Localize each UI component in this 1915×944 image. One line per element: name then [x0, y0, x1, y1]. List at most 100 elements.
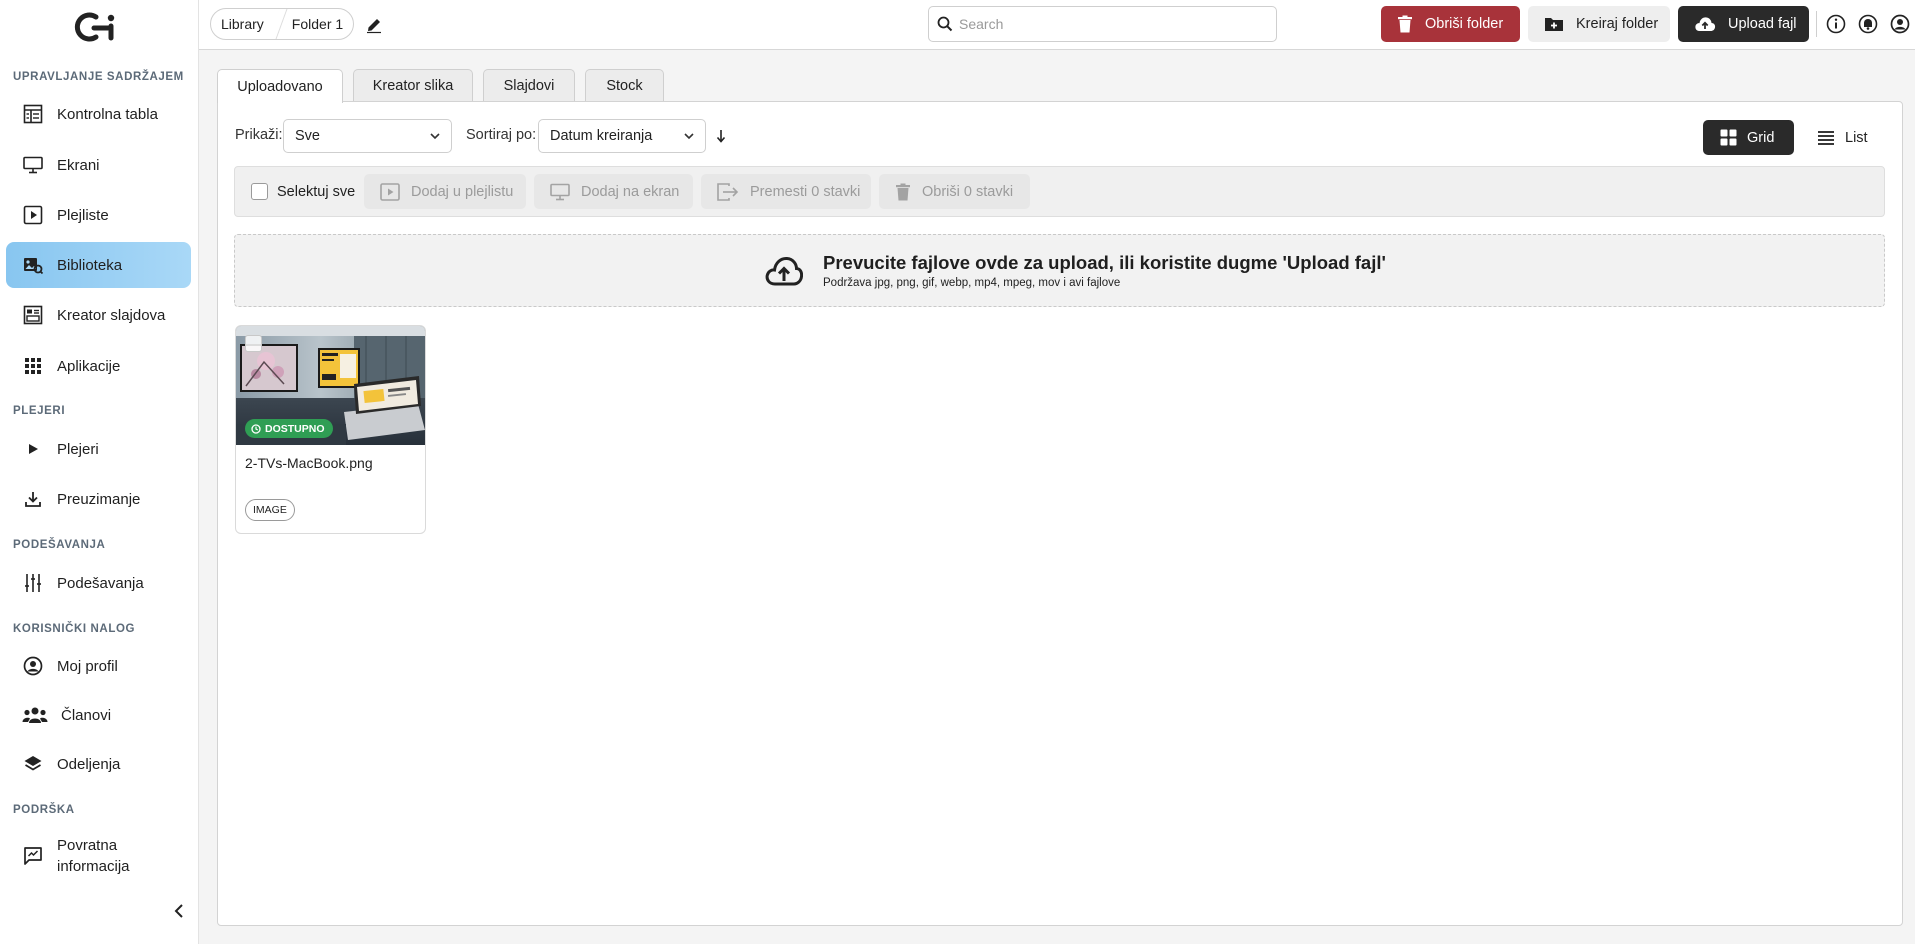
folder-plus-icon [1544, 16, 1564, 32]
sidebar-item-label: Povratna informacija [57, 837, 130, 875]
sidebar-item-label: Kontrolna tabla [57, 105, 158, 123]
account-button[interactable] [1889, 13, 1911, 35]
section-support: PODRŠKA [13, 804, 75, 816]
sidebar-item-label: Odeljenja [57, 755, 121, 773]
section-settings: PODEŠAVANJA [13, 539, 106, 551]
sidebar-item-downloads[interactable]: Preuzimanje [6, 476, 191, 522]
top-bar: Library Folder 1 Obriši folder Kreiraj f… [199, 0, 1915, 50]
cloud-upload-icon [1694, 16, 1716, 32]
library-tabs: Uploadovano Kreator slika Slajdovi Stock [217, 69, 674, 103]
file-select-checkbox[interactable] [245, 335, 262, 352]
create-folder-button[interactable]: Kreiraj folder [1528, 6, 1670, 42]
library-panel [217, 101, 1903, 926]
sidebar-item-label: Plejeri [57, 440, 99, 458]
dashboard-icon [22, 103, 44, 125]
logo[interactable] [74, 12, 124, 42]
sidebar-item-label: Plejliste [57, 206, 109, 224]
feedback-icon [22, 845, 44, 867]
section-account: KORISNIČKI NALOG [13, 623, 136, 635]
status-text: DOSTUPNO [265, 422, 325, 435]
file-type-badge: IMAGE [245, 499, 295, 521]
dropzone-subtitle: Podržava jpg, png, gif, webp, mp4, mpeg,… [823, 277, 1121, 289]
sidebar-item-members[interactable]: Članovi [6, 692, 191, 738]
sort-value: Datum kreiranja [550, 128, 653, 144]
sidebar-item-label: Kreator slajdova [57, 306, 166, 324]
sidebar: UPRAVLJANJE SADRŽAJEM Kontrolna tabla Ek… [0, 0, 199, 944]
file-card[interactable]: DOSTUPNO 2-TVs-MacBook.png IMAGE [235, 325, 426, 534]
apps-grid-icon [22, 355, 44, 377]
sort-direction-button[interactable] [713, 128, 729, 144]
trash-icon [895, 183, 911, 201]
sliders-icon [22, 572, 44, 594]
add-to-playlist-button[interactable]: Dodaj u plejlistu [364, 174, 526, 209]
section-content-management: UPRAVLJANJE SADRŽAJEM [13, 71, 184, 83]
bell-icon [1858, 14, 1878, 34]
sidebar-item-profile[interactable]: Moj profil [6, 643, 191, 689]
sidebar-item-playlists[interactable]: Plejliste [6, 192, 191, 238]
grid-view-label: Grid [1747, 129, 1775, 146]
sidebar-item-screens[interactable]: Ekrani [6, 142, 191, 188]
search-field[interactable] [928, 6, 1277, 42]
select-all-checkbox[interactable]: Selektuj sve [251, 183, 355, 200]
move-items-button[interactable]: Premesti 0 stavki [701, 174, 871, 209]
upload-file-button[interactable]: Upload fajl [1678, 6, 1809, 42]
list-view-button[interactable]: List [1803, 120, 1893, 155]
create-folder-label: Kreiraj folder [1576, 16, 1659, 32]
sidebar-item-departments[interactable]: Odeljenja [6, 741, 191, 787]
sidebar-item-feedback[interactable]: Povratna informacija [6, 831, 191, 881]
grid-view-button[interactable]: Grid [1703, 120, 1794, 155]
chevron-left-icon [174, 904, 183, 918]
sidebar-item-label: Biblioteka [57, 256, 123, 274]
tab-image-creator[interactable]: Kreator slika [353, 69, 473, 102]
arrow-down-icon [716, 130, 726, 143]
sort-select[interactable]: Datum kreiranja [538, 119, 706, 153]
chevron-down-icon [684, 133, 694, 140]
playlist-icon [22, 204, 44, 226]
monitor-icon [550, 183, 570, 201]
sidebar-item-dashboard[interactable]: Kontrolna tabla [6, 91, 191, 137]
upload-file-label: Upload fajl [1728, 16, 1797, 32]
show-filter-value: Sve [295, 128, 320, 144]
section-players: PLEJERI [13, 405, 66, 417]
clock-icon [251, 423, 261, 434]
tab-slides[interactable]: Slajdovi [483, 69, 575, 102]
sidebar-item-settings[interactable]: Podešavanja [6, 560, 191, 606]
layers-icon [22, 753, 44, 775]
list-view-label: List [1845, 129, 1868, 146]
sidebar-item-apps[interactable]: Aplikacije [6, 343, 191, 389]
tab-stock[interactable]: Stock [585, 69, 664, 102]
select-all-label: Selektuj sve [277, 183, 356, 200]
bulk-action-bar: Selektuj sve Dodaj u plejlistu Dodaj na … [234, 166, 1885, 217]
info-button[interactable] [1825, 13, 1847, 35]
checkbox[interactable] [251, 183, 268, 200]
play-icon [22, 438, 44, 460]
list-icon [1817, 130, 1835, 146]
user-circle-icon [1890, 14, 1910, 34]
rename-folder-button[interactable] [362, 13, 386, 37]
show-filter-select[interactable]: Sve [283, 119, 452, 153]
breadcrumb-folder[interactable]: Folder 1 [282, 9, 353, 39]
notifications-button[interactable] [1857, 13, 1879, 35]
search-input[interactable] [959, 16, 1259, 32]
delete-folder-button[interactable]: Obriši folder [1381, 6, 1520, 42]
monitor-icon [22, 154, 44, 176]
collapse-sidebar-button[interactable] [168, 900, 190, 922]
move-icon [717, 182, 739, 201]
sidebar-item-label: Ekrani [57, 156, 100, 174]
sidebar-item-slide-creator[interactable]: Kreator slajdova [6, 292, 191, 338]
upload-dropzone[interactable]: Prevucite fajlove ovde za upload, ili ko… [234, 234, 1885, 307]
sort-label: Sortiraj po: [466, 127, 537, 143]
breadcrumb-library[interactable]: Library [211, 9, 274, 39]
tab-uploaded[interactable]: Uploadovano [217, 69, 343, 103]
info-icon [1826, 14, 1846, 34]
add-to-screen-label: Dodaj na ekran [581, 183, 680, 200]
sidebar-item-library[interactable]: Biblioteka [6, 242, 191, 288]
sidebar-item-label: Članovi [61, 706, 112, 724]
delete-items-button[interactable]: Obriši 0 stavki [879, 174, 1030, 209]
sidebar-item-label: Aplikacije [57, 357, 121, 375]
user-circle-icon [22, 655, 44, 677]
file-name: 2-TVs-MacBook.png [245, 455, 373, 471]
sidebar-item-players[interactable]: Plejeri [6, 426, 191, 472]
add-to-screen-button[interactable]: Dodaj na ekran [534, 174, 693, 209]
dropzone-title: Prevucite fajlove ovde za upload, ili ko… [823, 252, 1386, 273]
